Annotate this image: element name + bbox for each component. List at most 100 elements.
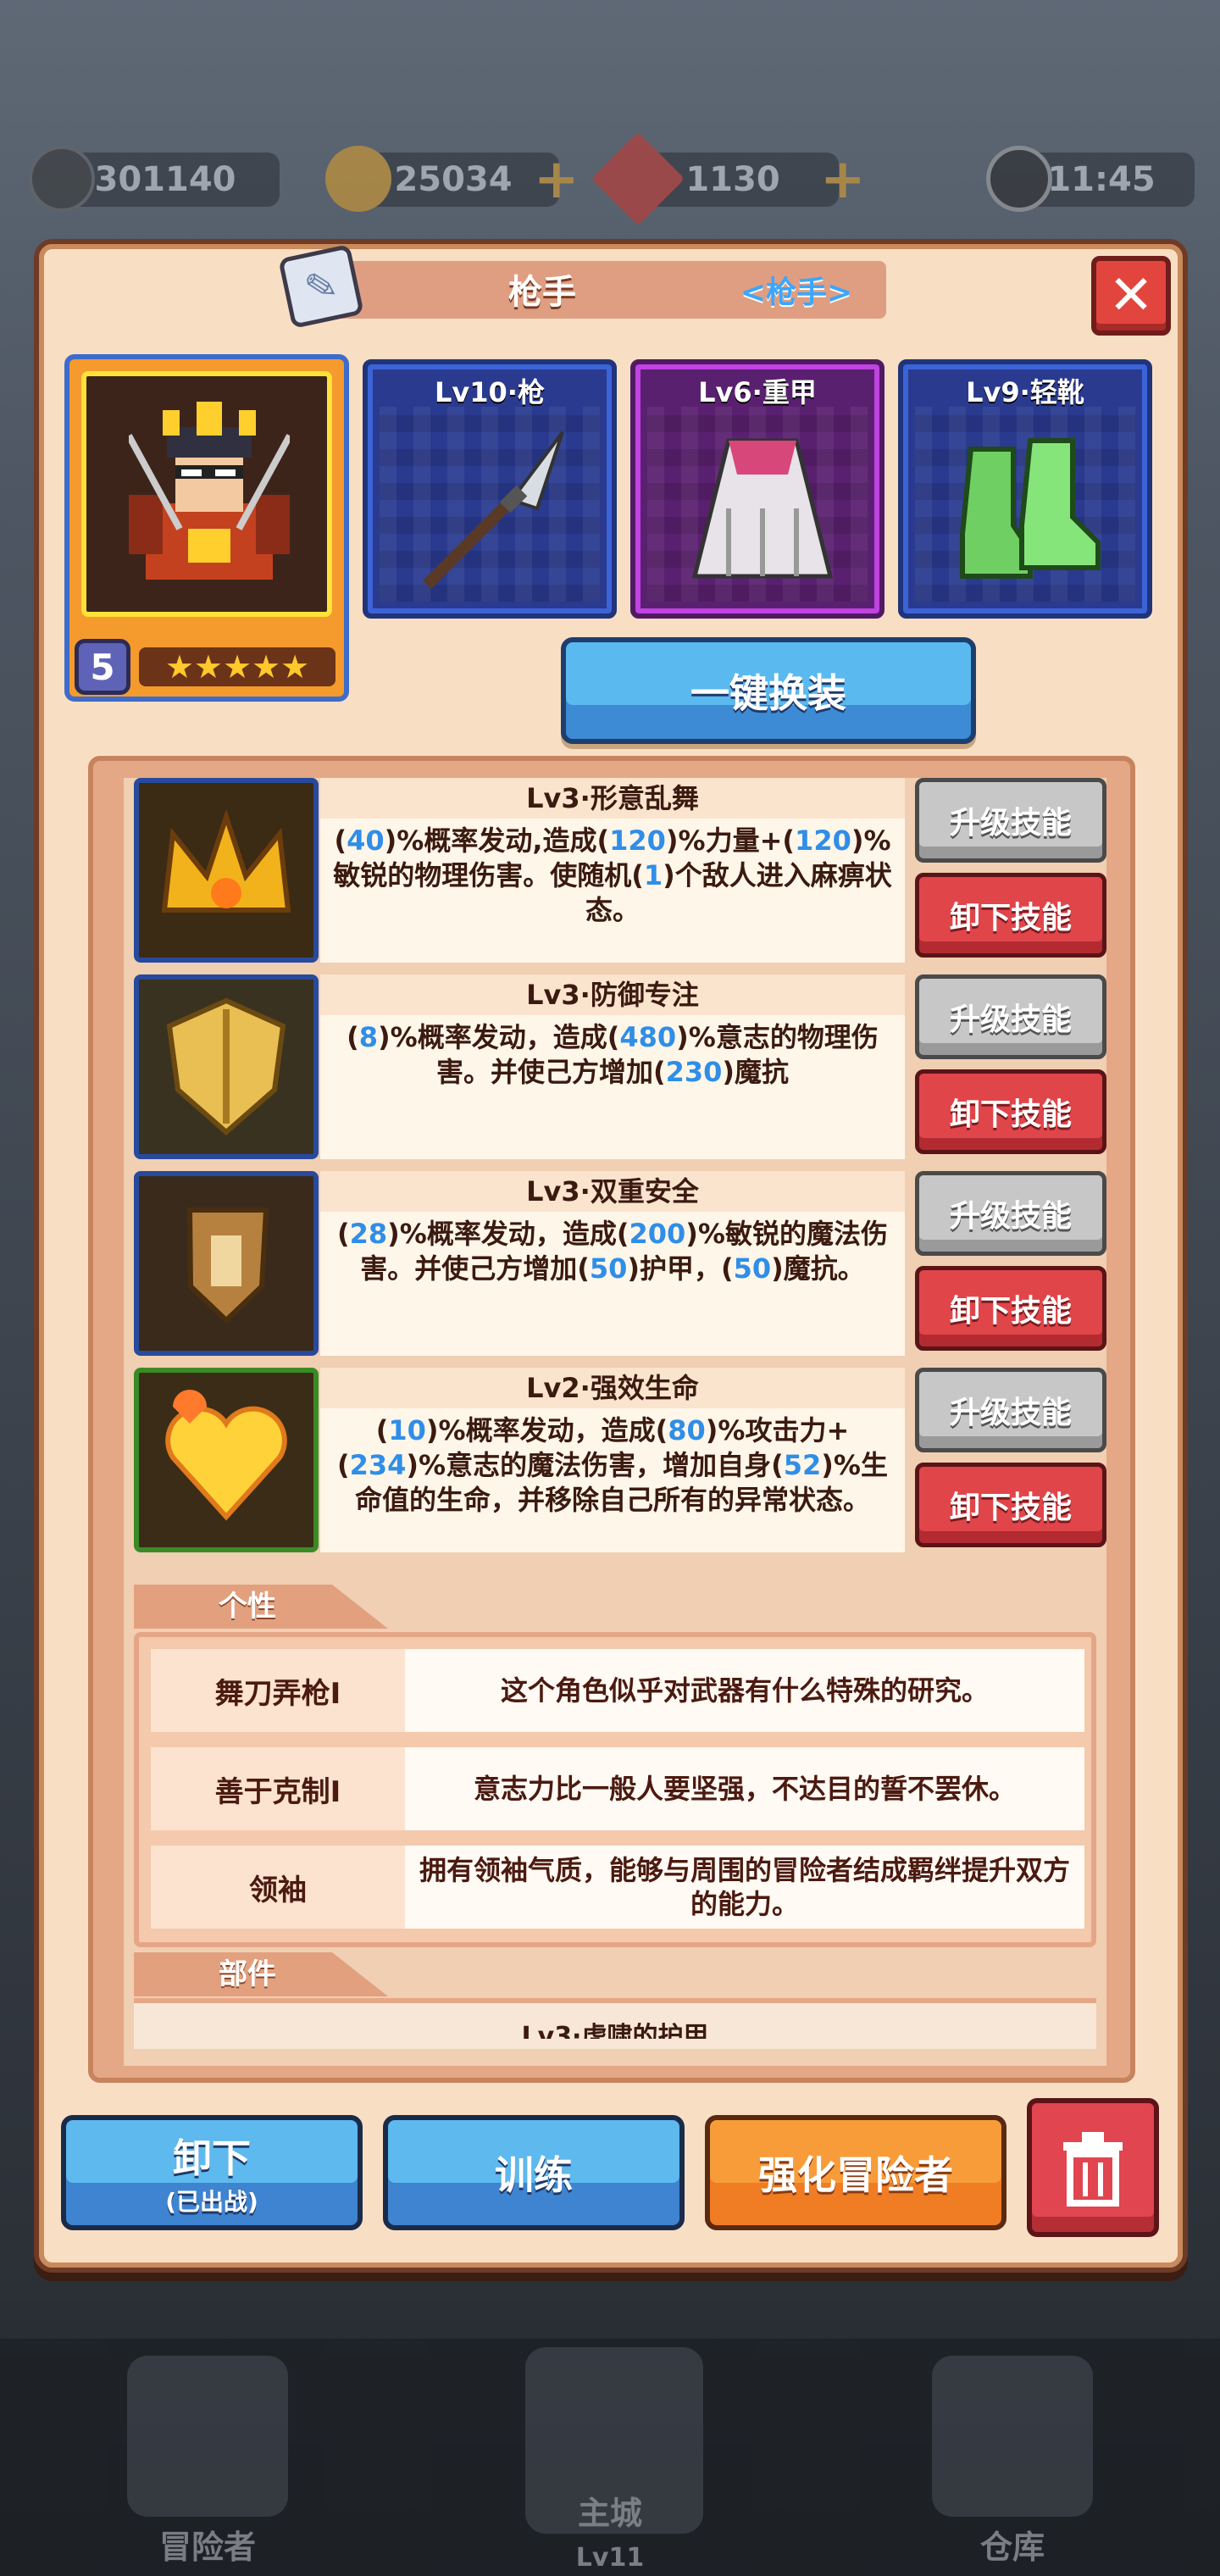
adventurer-nav-icon[interactable] xyxy=(127,2356,288,2517)
skill-value: 40 xyxy=(347,824,385,857)
gems-value: 1130 xyxy=(685,160,780,199)
skill-text: ( xyxy=(375,1414,389,1446)
class-subtitle: <枪手> xyxy=(740,275,853,310)
trait-description: 这个角色似乎对武器有什么特殊的研究。 xyxy=(405,1649,1084,1732)
gold-coin-icon xyxy=(325,146,391,212)
equip-slot-boots[interactable]: Lv9·轻靴 xyxy=(898,359,1152,619)
gold-counter: 25034 xyxy=(325,146,559,212)
trait-name: 舞刀弄枪I xyxy=(151,1649,405,1732)
bottom-nav: 冒险者 主城 Lv11 仓库 xyxy=(0,2339,1220,2576)
skill-text: )%概率发动，造成( xyxy=(378,1021,620,1053)
hero-portrait-frame xyxy=(81,371,332,617)
edit-note-icon[interactable]: ✎ xyxy=(278,243,364,330)
traits-section-tab: 个性 xyxy=(134,1585,388,1629)
enhance-label: 强化冒险者 xyxy=(758,2152,953,2198)
skills-scroll-area[interactable]: Lv3·形意乱舞 (40)%概率发动,造成(120)%力量+(120)%敏锐的物… xyxy=(124,778,1106,2066)
train-button[interactable]: 训练 xyxy=(383,2115,685,2230)
skills-panel: Lv3·形意乱舞 (40)%概率发动,造成(120)%力量+(120)%敏锐的物… xyxy=(88,756,1135,2083)
skill-value: 0 xyxy=(751,1252,772,1285)
train-label: 训练 xyxy=(495,2152,573,2198)
power-counter: 301140 xyxy=(29,146,280,212)
skill-text: ( xyxy=(347,1021,359,1053)
unequip-skill-button[interactable]: 卸下技能 xyxy=(915,1266,1106,1351)
upgrade-skill-button[interactable]: 升级技能 xyxy=(915,974,1106,1059)
skill-description: (10)%概率发动，造成(80)%攻击力+(234)%意志的魔法伤害，增加自身(… xyxy=(320,1413,905,1518)
trait-name: 领袖 xyxy=(151,1846,405,1929)
nav-warehouse[interactable]: 仓库 xyxy=(957,2521,1068,2568)
skill-body: Lv3·双重安全 (28)%概率发动，造成(200)%敏锐的魔法伤害。并使己方增… xyxy=(320,1171,905,1356)
gold-shield-icon[interactable] xyxy=(134,974,319,1159)
crown-fire-icon[interactable] xyxy=(134,778,319,963)
skill-title: Lv3·防御专注 xyxy=(320,974,905,1015)
skill-title: Lv2·强效生命 xyxy=(320,1368,905,1408)
skill-value: 120 xyxy=(609,824,666,857)
skill-value: 230 xyxy=(665,1056,723,1088)
skill-row: Lv3·防御专注 (8)%概率发动，造成(480)%意志的物理伤害。并使己方增加… xyxy=(134,974,1106,1161)
one-key-equip-button[interactable]: 一键换装 xyxy=(561,637,976,744)
power-value: 301140 xyxy=(94,160,236,199)
equip-slot-armor[interactable]: Lv6·重甲 xyxy=(630,359,884,619)
gem-counter: 1130 xyxy=(591,131,839,226)
skill-value: 50 xyxy=(589,1252,628,1285)
hero-level-badge: 5 xyxy=(75,639,130,695)
skill-text: )护甲，( xyxy=(627,1252,734,1285)
skill-value: 200 xyxy=(629,1218,686,1250)
trait-row: 领袖 拥有领袖气质，能够与周围的冒险者结成羁绊提升双方的能力。 xyxy=(151,1846,1084,1929)
upgrade-skill-button[interactable]: 升级技能 xyxy=(915,778,1106,863)
skill-text: )%概率发动,造成( xyxy=(384,824,610,857)
upgrade-skill-button[interactable]: 升级技能 xyxy=(915,1171,1106,1256)
trait-row: 舞刀弄枪I 这个角色似乎对武器有什么特殊的研究。 xyxy=(151,1649,1084,1732)
skill-text: )%意志的魔法伤害，增加自身( xyxy=(406,1449,784,1481)
gold-value: 25034 xyxy=(394,160,513,199)
skill-description: (8)%概率发动，造成(480)%意志的物理伤害。并使己方增加(230)魔抗 xyxy=(320,1020,905,1090)
skill-value: 0 xyxy=(832,824,851,857)
unequip-skill-button[interactable]: 卸下技能 xyxy=(915,873,1106,958)
add-gem-icon[interactable]: + xyxy=(820,153,866,207)
skill-value: 28 xyxy=(349,1218,388,1250)
nav-city[interactable]: 主城 xyxy=(551,2487,669,2534)
skill-text: ( xyxy=(334,824,347,857)
unequip-skill-button[interactable]: 卸下技能 xyxy=(915,1463,1106,1547)
add-gold-icon[interactable]: + xyxy=(534,153,580,207)
warehouse-nav-icon[interactable] xyxy=(932,2356,1093,2517)
skill-description: (28)%概率发动，造成(200)%敏锐的魔法伤害。并使己方增加(50)护甲，(… xyxy=(320,1217,905,1286)
hero-card[interactable]: 5 ★★★★★ xyxy=(64,354,349,702)
skill-text: )魔抗。 xyxy=(771,1252,865,1285)
spear-icon xyxy=(423,430,564,589)
skill-description: (40)%概率发动,造成(120)%力量+(120)%敏锐的物理伤害。使随机(1… xyxy=(320,824,905,928)
skill-value: 80 xyxy=(668,1414,706,1446)
dialog-title: 枪手 xyxy=(508,273,576,312)
skill-text: )%概率发动，造成( xyxy=(387,1218,629,1250)
skill-value: 234 xyxy=(349,1449,407,1481)
dismiss-button[interactable] xyxy=(1027,2098,1159,2237)
clock: 11:45 xyxy=(986,146,1195,212)
trait-name: 善于克制I xyxy=(151,1747,405,1830)
light-boots-icon xyxy=(960,438,1101,579)
skill-body: Lv3·防御专注 (8)%概率发动，造成(480)%意志的物理伤害。并使己方增加… xyxy=(320,974,905,1159)
life-heart-icon[interactable] xyxy=(134,1368,319,1552)
skill-row: Lv3·形意乱舞 (40)%概率发动,造成(120)%力量+(120)%敏锐的物… xyxy=(134,778,1106,964)
skill-value: 480 xyxy=(619,1021,677,1053)
skill-text: ( xyxy=(337,1218,350,1250)
upgrade-skill-button[interactable]: 升级技能 xyxy=(915,1368,1106,1452)
unequip-skill-button[interactable]: 卸下技能 xyxy=(915,1069,1106,1154)
parts-section-tab: 部件 xyxy=(134,1952,388,1996)
skill-value: 1 xyxy=(643,859,663,891)
skill-title: Lv3·形意乱舞 xyxy=(320,778,905,819)
enhance-adventurer-button[interactable]: 强化冒险者 xyxy=(705,2115,1006,2230)
double-shield-icon[interactable] xyxy=(134,1171,319,1356)
close-button[interactable]: ✕ xyxy=(1091,256,1171,336)
unequip-adventurer-button[interactable]: 卸下 (已出战) xyxy=(61,2115,363,2230)
skill-text: )%力量+( xyxy=(665,824,796,857)
skill-text: )魔抗 xyxy=(722,1056,790,1088)
clock-icon xyxy=(986,146,1052,212)
power-icon xyxy=(29,146,95,212)
skill-body: Lv2·强效生命 (10)%概率发动，造成(80)%攻击力+(234)%意志的魔… xyxy=(320,1368,905,1552)
skill-row: Lv2·强效生命 (10)%概率发动，造成(80)%攻击力+(234)%意志的魔… xyxy=(134,1368,1106,1554)
skill-value: 12 xyxy=(795,824,833,857)
skill-title: Lv3·双重安全 xyxy=(320,1171,905,1212)
equip-slot-weapon[interactable]: Lv10·枪 xyxy=(363,359,617,619)
trait-description: 意志力比一般人要坚强，不达目的誓不罢休。 xyxy=(405,1747,1084,1830)
nav-adventurer[interactable]: 冒险者 xyxy=(144,2521,271,2568)
skill-value: 8 xyxy=(358,1021,379,1053)
